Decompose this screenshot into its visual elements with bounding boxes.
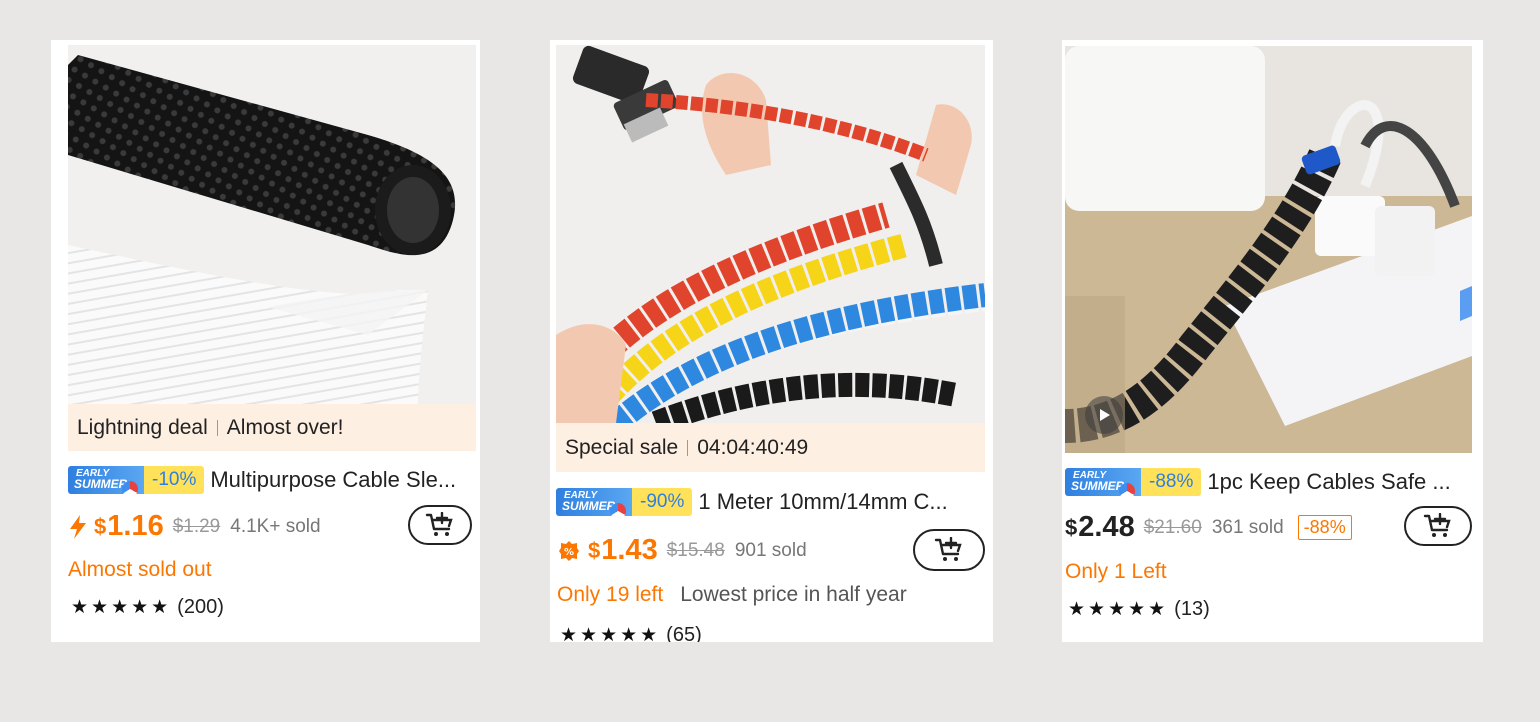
product-title[interactable]: 1 Meter 10mm/14mm C... (698, 489, 947, 515)
deal-label: Lightning deal (77, 415, 208, 439)
cart-plus-icon (425, 512, 455, 538)
original-price: $15.48 (666, 539, 725, 561)
rating: ★★★★★ (200) (71, 596, 224, 619)
badge-label: SUMMER (1071, 479, 1125, 493)
title-row: EARLY SUMMER -88% 1pc Keep Cables Safe ..… (1065, 468, 1475, 496)
stock-note: Only 1 Left (1065, 560, 1167, 583)
rating-count[interactable]: (13) (1174, 598, 1210, 621)
sold-count: 901 sold (734, 539, 807, 561)
cart-plus-icon (934, 537, 964, 563)
current-price: 2.48 (1078, 511, 1135, 543)
price-row: $ 1.16 $1.29 4.1K+ sold (68, 510, 321, 543)
sold-count: 361 sold (1211, 516, 1284, 538)
rating-count[interactable]: (200) (177, 596, 224, 619)
product-card-3[interactable]: EARLY SUMMER -88% 1pc Keep Cables Safe ..… (1062, 40, 1483, 642)
currency-symbol: $ (1065, 514, 1078, 540)
divider (216, 419, 218, 436)
early-summer-badge: EARLY SUMMER -90% (556, 488, 693, 516)
add-to-cart-button[interactable] (408, 505, 472, 545)
badge-label: SUMMER (74, 477, 128, 491)
badge-discount: -90% (632, 488, 693, 516)
star-icons: ★★★★★ (1068, 599, 1169, 620)
original-price: $21.60 (1143, 516, 1202, 538)
current-price: 1.16 (107, 510, 164, 542)
product-image-cable-sleeve[interactable] (68, 45, 476, 409)
svg-text:%: % (564, 547, 574, 558)
product-image-cable-organizer[interactable] (1065, 46, 1472, 453)
add-to-cart-button[interactable] (913, 529, 985, 571)
star-icons: ★★★★★ (560, 625, 661, 642)
stock-note: Almost sold out (68, 558, 212, 581)
play-video-button[interactable] (1085, 396, 1123, 434)
beach-ball-icon (610, 503, 626, 516)
countdown-timer: 04:04:40:49 (697, 435, 809, 459)
product-card-1[interactable]: Lightning deal Almost over! EARLY SUMMER … (51, 40, 480, 642)
deal-banner: Lightning deal Almost over! (68, 404, 476, 451)
lightning-icon (68, 514, 88, 539)
product-card-2[interactable]: Special sale 04:04:40:49 EARLY SUMMER -90… (550, 40, 993, 642)
product-title[interactable]: 1pc Keep Cables Safe ... (1207, 469, 1450, 495)
price-row: % $ 1.43 $15.48 901 sold (558, 534, 807, 567)
title-row: EARLY SUMMER -10% Multipurpose Cable Sle.… (68, 466, 476, 494)
rating: ★★★★★ (65) (560, 624, 702, 642)
beach-ball-icon (1119, 483, 1135, 496)
badge-discount: -88% (1141, 468, 1202, 496)
star-icons: ★★★★★ (71, 597, 172, 618)
product-image-spiral-wrap[interactable] (556, 45, 985, 423)
sale-banner: Special sale 04:04:40:49 (556, 423, 985, 472)
cart-plus-icon (1423, 513, 1453, 539)
lowest-price-note: Lowest price in half year (680, 583, 907, 606)
product-title[interactable]: Multipurpose Cable Sle... (210, 467, 456, 493)
title-row: EARLY SUMMER -90% 1 Meter 10mm/14mm C... (556, 488, 985, 516)
badge-label: SUMMER (562, 499, 616, 513)
early-summer-badge: EARLY SUMMER -88% (1065, 468, 1202, 496)
percent-tag-icon: % (558, 540, 580, 562)
price-row: $ 2.48 $21.60 361 sold -88% (1065, 511, 1352, 544)
current-price: 1.43 (601, 534, 658, 566)
rating-count[interactable]: (65) (666, 624, 702, 642)
rating: ★★★★★ (13) (1068, 598, 1210, 621)
divider (687, 439, 689, 456)
sale-label: Special sale (565, 435, 679, 459)
play-icon (1096, 407, 1112, 423)
currency-symbol: $ (588, 537, 601, 563)
sold-count: 4.1K+ sold (230, 515, 321, 537)
early-summer-badge: EARLY SUMMER -10% (68, 466, 205, 494)
note-row: Only 19 left Lowest price in half year (557, 583, 907, 607)
stock-note: Only 19 left (557, 583, 664, 606)
currency-symbol: $ (94, 513, 107, 539)
discount-tag: -88% (1297, 515, 1352, 540)
beach-ball-icon (122, 481, 138, 494)
deal-status: Almost over! (226, 415, 344, 439)
original-price: $1.29 (172, 515, 221, 537)
badge-discount: -10% (144, 466, 205, 494)
add-to-cart-button[interactable] (1404, 506, 1472, 546)
